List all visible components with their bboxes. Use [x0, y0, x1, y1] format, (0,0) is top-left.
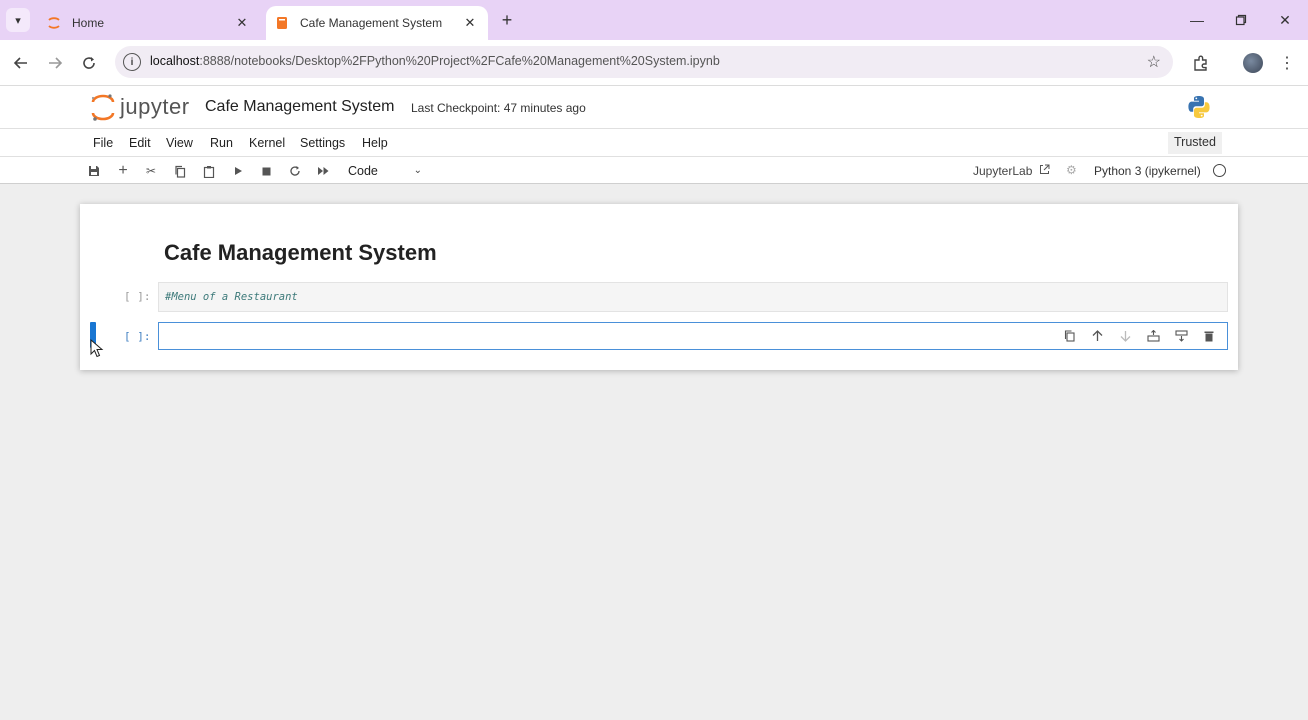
- close-icon[interactable]: ✕: [232, 13, 252, 33]
- site-info-icon[interactable]: i: [123, 53, 141, 71]
- back-arrow-icon[interactable]: [8, 50, 34, 76]
- minimize-icon[interactable]: —: [1182, 6, 1212, 34]
- restart-icon[interactable]: [284, 161, 306, 181]
- restore-icon[interactable]: [1226, 6, 1256, 34]
- url-bar[interactable]: i localhost:8888/notebooks/Desktop%2FPyt…: [115, 46, 1173, 78]
- url-host: localhost: [150, 54, 200, 68]
- menu-help[interactable]: Help: [362, 136, 388, 150]
- reload-icon[interactable]: [76, 50, 102, 76]
- python-logo-icon: [1188, 96, 1210, 118]
- copy-icon[interactable]: [169, 161, 191, 181]
- cell-prompt: [ ]:: [124, 330, 151, 343]
- kernel-name[interactable]: Python 3 (ipykernel): [1094, 164, 1201, 178]
- kernel-status-idle-icon: [1213, 164, 1226, 177]
- new-tab-button[interactable]: +: [496, 9, 518, 31]
- menu-view[interactable]: View: [166, 136, 193, 150]
- jupyter-menubar: File Edit View Run Kernel Settings Help …: [0, 128, 1308, 156]
- code-cell-1[interactable]: #Menu of a Restaurant: [158, 282, 1228, 312]
- close-icon[interactable]: ✕: [460, 13, 480, 33]
- chevron-down-icon: ⌄: [413, 165, 422, 176]
- last-checkpoint: Last Checkpoint: 47 minutes ago: [411, 101, 586, 115]
- jupyterlab-link[interactable]: JupyterLab: [973, 164, 1050, 178]
- browser-address-bar: i localhost:8888/notebooks/Desktop%2FPyt…: [0, 40, 1308, 86]
- cell-toolbar: [1055, 327, 1223, 345]
- browser-menu-kebab-icon[interactable]: ⋮: [1274, 50, 1300, 76]
- tab-search-dropdown-icon[interactable]: ▾: [6, 8, 30, 32]
- jupyter-logo-icon: [91, 94, 115, 121]
- notebook-favicon-icon: [274, 15, 290, 31]
- notebook-title[interactable]: Cafe Management System: [205, 98, 394, 116]
- code-cell-source: #Menu of a Restaurant: [165, 291, 298, 303]
- notebook-panel: Cafe Management System [ ]: #Menu of a R…: [80, 204, 1238, 370]
- menu-edit[interactable]: Edit: [129, 136, 151, 150]
- cell-prompt: [ ]:: [124, 290, 151, 303]
- tab-home[interactable]: Home ✕: [38, 6, 260, 40]
- tab-label: Cafe Management System: [300, 16, 443, 30]
- menu-settings[interactable]: Settings: [300, 136, 345, 150]
- gear-icon[interactable]: ⚙: [1066, 163, 1077, 177]
- tab-label: Home: [72, 16, 105, 30]
- delete-cell-trash-icon[interactable]: [1195, 327, 1223, 345]
- extensions-puzzle-icon[interactable]: [1188, 50, 1214, 76]
- fast-forward-icon[interactable]: [312, 161, 334, 181]
- url-path: :8888/notebooks/Desktop%2FPython%20Proje…: [199, 54, 720, 68]
- notebook-toolbar: + ✂ Code ⌄ JupyterLab ⚙ Python 3 (ipyker…: [0, 156, 1308, 184]
- code-cell-2-active[interactable]: [158, 322, 1228, 350]
- tab-cafe-management-system[interactable]: Cafe Management System ✕: [266, 6, 488, 40]
- cell-type-value: Code: [348, 164, 378, 178]
- run-play-icon[interactable]: [227, 161, 249, 181]
- insert-below-icon[interactable]: [1167, 327, 1195, 345]
- url-text[interactable]: localhost:8888/notebooks/Desktop%2FPytho…: [150, 54, 720, 68]
- duplicate-cell-icon[interactable]: [1055, 327, 1083, 345]
- jupyter-logo-text: jupyter: [120, 94, 190, 119]
- cell-type-select[interactable]: Code ⌄: [342, 161, 428, 181]
- menu-run[interactable]: Run: [210, 136, 233, 150]
- forward-arrow-icon[interactable]: [42, 50, 68, 76]
- jupyter-header: jupyter Cafe Management System Last Chec…: [0, 86, 1308, 128]
- cut-icon[interactable]: ✂: [140, 161, 162, 181]
- markdown-heading[interactable]: Cafe Management System: [164, 240, 437, 266]
- insert-above-icon[interactable]: [1139, 327, 1167, 345]
- stop-icon[interactable]: [255, 161, 277, 181]
- move-up-icon[interactable]: [1083, 327, 1111, 345]
- bookmark-star-icon[interactable]: ☆: [1147, 52, 1161, 72]
- trusted-badge[interactable]: Trusted: [1168, 132, 1222, 154]
- save-icon[interactable]: [83, 161, 105, 181]
- add-cell-icon[interactable]: +: [112, 161, 134, 181]
- mouse-cursor-icon: [90, 339, 104, 358]
- menu-kernel[interactable]: Kernel: [249, 136, 285, 150]
- jupyterlab-link-label: JupyterLab: [973, 164, 1033, 178]
- move-down-icon[interactable]: [1111, 327, 1139, 345]
- menu-file[interactable]: File: [93, 136, 113, 150]
- external-link-icon: [1039, 164, 1050, 178]
- paste-icon[interactable]: [198, 161, 220, 181]
- window-close-icon[interactable]: ✕: [1270, 6, 1300, 34]
- jupyter-favicon-icon: [46, 15, 62, 31]
- profile-avatar-icon[interactable]: [1240, 50, 1266, 76]
- browser-tab-strip: ▾ Home ✕ Cafe Management System ✕ + — ✕: [0, 0, 1308, 40]
- jupyter-logo[interactable]: jupyter: [90, 92, 190, 122]
